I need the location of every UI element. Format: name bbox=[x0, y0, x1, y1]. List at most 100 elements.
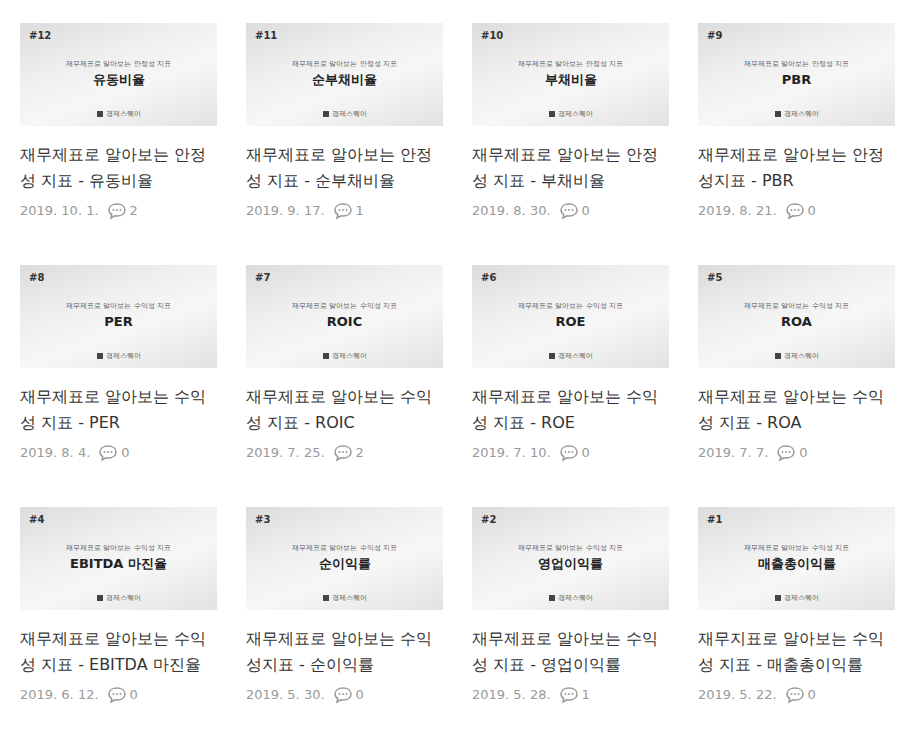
thumbnail-subtitle: 재무제표로 알아보는 수익성 지표 bbox=[744, 544, 849, 552]
comment-count[interactable]: 0 bbox=[559, 201, 590, 221]
thumbnail-brand: 경제스퀘어 bbox=[472, 593, 669, 603]
thumbnail-label: 유동비율 bbox=[93, 72, 145, 89]
comment-count[interactable]: 0 bbox=[107, 685, 138, 705]
comment-icon bbox=[785, 686, 805, 704]
post-meta: 2019. 7. 10. 0 bbox=[472, 443, 669, 463]
post-thumbnail[interactable]: #10재무제표로 알아보는 안정성 지표부채비율경제스퀘어 bbox=[472, 23, 669, 126]
post-title[interactable]: 재무제표로 알아보는 수익성 지표 - 영업이익률 bbox=[472, 626, 669, 678]
comment-count[interactable]: 1 bbox=[559, 685, 590, 705]
comment-count[interactable]: 0 bbox=[559, 443, 590, 463]
thumbnail-label: ROE bbox=[556, 314, 586, 331]
comment-icon bbox=[107, 202, 127, 220]
post-title[interactable]: 재무제표로 알아보는 수익성 지표 - ROIC bbox=[246, 384, 443, 436]
post-date: 2019. 5. 30. bbox=[246, 685, 325, 705]
post-thumbnail[interactable]: #11재무제표로 알아보는 안정성 지표순부채비율경제스퀘어 bbox=[246, 23, 443, 126]
post-title[interactable]: 재무제표로 알아보는 안정성 지표 - 부채비율 bbox=[472, 142, 669, 194]
thumbnail-subtitle: 재무제표로 알아보는 수익성 지표 bbox=[518, 544, 623, 552]
comment-icon bbox=[559, 202, 579, 220]
post-title[interactable]: 재무제표로 알아보는 수익성 지표 - PER bbox=[20, 384, 217, 436]
thumbnail-number: #8 bbox=[29, 272, 44, 283]
thumbnail-brand: 경제스퀘어 bbox=[246, 109, 443, 119]
thumbnail-label: PER bbox=[104, 314, 132, 331]
post-meta: 2019. 5. 28.1 bbox=[472, 685, 669, 705]
post-grid: #12재무제표로 알아보는 안정성 지표유동비율경제스퀘어재무제표로 알아보는 … bbox=[0, 0, 916, 705]
post-date: 2019. 7. 10. bbox=[472, 443, 551, 463]
post-meta: 2019. 6. 12. 0 bbox=[20, 685, 217, 705]
post-date: 2019. 6. 12. bbox=[20, 685, 99, 705]
comment-icon bbox=[333, 686, 353, 704]
comment-count[interactable]: 0 bbox=[333, 685, 364, 705]
post-date: 2019. 10. 1. bbox=[20, 201, 99, 221]
comment-icon bbox=[107, 686, 127, 704]
post-thumbnail[interactable]: #6재무제표로 알아보는 수익성 지표ROE경제스퀘어 bbox=[472, 265, 669, 368]
comment-count[interactable]: 2 bbox=[333, 443, 364, 463]
post-card: #4재무제표로 알아보는 수익성 지표EBITDA 마진율경제스퀘어재무제표로 … bbox=[20, 507, 217, 705]
post-card: #9재무제표로 알아보는 안정성 지표PBR경제스퀘어재무제표로 알아보는 안정… bbox=[698, 23, 895, 221]
post-meta: 2019. 7. 7. 0 bbox=[698, 443, 895, 463]
post-thumbnail[interactable]: #1재무제표로 알아보는 수익성 지표매출총이익률경제스퀘어 bbox=[698, 507, 895, 610]
post-meta: 2019. 8. 4.0 bbox=[20, 443, 217, 463]
comment-count[interactable]: 0 bbox=[785, 685, 816, 705]
post-thumbnail[interactable]: #3재무제표로 알아보는 수익성 지표순이익률경제스퀘어 bbox=[246, 507, 443, 610]
comment-count[interactable]: 0 bbox=[98, 443, 129, 463]
post-date: 2019. 8. 30. bbox=[472, 201, 551, 221]
post-title[interactable]: 재무제표로 알아보는 수익성지표 - 순이익률 bbox=[246, 626, 443, 678]
comment-count[interactable]: 2 bbox=[107, 201, 138, 221]
post-card: #10재무제표로 알아보는 안정성 지표부채비율경제스퀘어재무제표로 알아보는 … bbox=[472, 23, 669, 221]
post-meta: 2019. 10. 1. 2 bbox=[20, 201, 217, 221]
post-title[interactable]: 재무지표로 알아보는 수익성 지표 - 매출총이익률 bbox=[698, 626, 895, 678]
comment-count[interactable]: 0 bbox=[776, 443, 807, 463]
post-thumbnail[interactable]: #5재무제표로 알아보는 수익성 지표ROA경제스퀘어 bbox=[698, 265, 895, 368]
comment-count[interactable]: 0 bbox=[785, 201, 816, 221]
thumbnail-subtitle: 재무제표로 알아보는 안정성 지표 bbox=[744, 60, 849, 68]
post-card: #8재무제표로 알아보는 수익성 지표PER경제스퀘어재무제표로 알아보는 수익… bbox=[20, 265, 217, 463]
post-meta: 2019. 7. 25. 2 bbox=[246, 443, 443, 463]
thumbnail-label: PBR bbox=[782, 72, 811, 89]
thumbnail-number: #7 bbox=[255, 272, 270, 283]
post-thumbnail[interactable]: #12재무제표로 알아보는 안정성 지표유동비율경제스퀘어 bbox=[20, 23, 217, 126]
post-thumbnail[interactable]: #9재무제표로 알아보는 안정성 지표PBR경제스퀘어 bbox=[698, 23, 895, 126]
thumbnail-label: EBITDA 마진율 bbox=[70, 556, 167, 573]
brand-icon bbox=[323, 353, 329, 359]
post-card: #6재무제표로 알아보는 수익성 지표ROE경제스퀘어재무제표로 알아보는 수익… bbox=[472, 265, 669, 463]
comment-icon bbox=[559, 444, 579, 462]
thumbnail-brand: 경제스퀘어 bbox=[246, 351, 443, 361]
post-title[interactable]: 재무제표로 알아보는 안정성 지표 - 유동비율 bbox=[20, 142, 217, 194]
post-thumbnail[interactable]: #8재무제표로 알아보는 수익성 지표PER경제스퀘어 bbox=[20, 265, 217, 368]
post-meta: 2019. 8. 21.0 bbox=[698, 201, 895, 221]
thumbnail-number: #4 bbox=[29, 514, 44, 525]
thumbnail-number: #3 bbox=[255, 514, 270, 525]
post-title[interactable]: 재무제표로 알아보는 안정성 지표 - 순부채비율 bbox=[246, 142, 443, 194]
brand-icon bbox=[323, 595, 329, 601]
post-date: 2019. 7. 25. bbox=[246, 443, 325, 463]
thumbnail-subtitle: 재무제표로 알아보는 안정성 지표 bbox=[66, 60, 171, 68]
brand-icon bbox=[775, 111, 781, 117]
comment-count[interactable]: 1 bbox=[333, 201, 364, 221]
thumbnail-number: #9 bbox=[707, 30, 722, 41]
post-title[interactable]: 재무제표로 알아보는 수익성 지표 - ROE bbox=[472, 384, 669, 436]
post-card: #5재무제표로 알아보는 수익성 지표ROA경제스퀘어재무제표로 알아보는 수익… bbox=[698, 265, 895, 463]
post-card: #1재무제표로 알아보는 수익성 지표매출총이익률경제스퀘어재무지표로 알아보는… bbox=[698, 507, 895, 705]
thumbnail-subtitle: 재무제표로 알아보는 수익성 지표 bbox=[66, 302, 171, 310]
thumbnail-subtitle: 재무제표로 알아보는 수익성 지표 bbox=[744, 302, 849, 310]
post-title[interactable]: 재무제표로 알아보는 수익성 지표 - EBITDA 마진율 bbox=[20, 626, 217, 678]
post-thumbnail[interactable]: #2재무제표로 알아보는 수익성 지표영업이익률경제스퀘어 bbox=[472, 507, 669, 610]
post-thumbnail[interactable]: #4재무제표로 알아보는 수익성 지표EBITDA 마진율경제스퀘어 bbox=[20, 507, 217, 610]
thumbnail-subtitle: 재무제표로 알아보는 수익성 지표 bbox=[292, 302, 397, 310]
post-thumbnail[interactable]: #7재무제표로 알아보는 수익성 지표ROIC경제스퀘어 bbox=[246, 265, 443, 368]
post-date: 2019. 7. 7. bbox=[698, 443, 768, 463]
comment-icon bbox=[98, 444, 118, 462]
post-meta: 2019. 8. 30. 0 bbox=[472, 201, 669, 221]
brand-icon bbox=[775, 595, 781, 601]
comment-icon bbox=[785, 202, 805, 220]
thumbnail-label: 부채비율 bbox=[545, 72, 597, 89]
thumbnail-number: #10 bbox=[481, 30, 503, 41]
thumbnail-brand: 경제스퀘어 bbox=[472, 351, 669, 361]
thumbnail-number: #5 bbox=[707, 272, 722, 283]
post-card: #7재무제표로 알아보는 수익성 지표ROIC경제스퀘어재무제표로 알아보는 수… bbox=[246, 265, 443, 463]
comment-icon bbox=[559, 686, 579, 704]
thumbnail-number: #2 bbox=[481, 514, 496, 525]
post-date: 2019. 5. 22. bbox=[698, 685, 777, 705]
post-title[interactable]: 재무제표로 알아보는 안정성지표 - PBR bbox=[698, 142, 895, 194]
post-title[interactable]: 재무제표로 알아보는 수익성 지표 - ROA bbox=[698, 384, 895, 436]
